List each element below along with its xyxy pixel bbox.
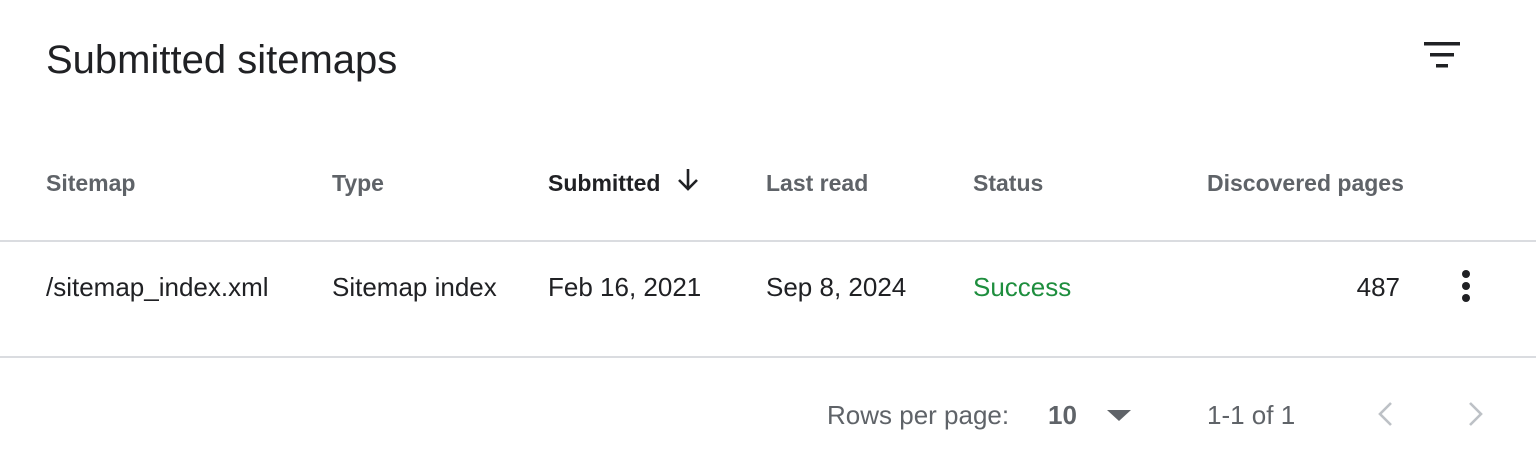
- previous-page-button[interactable]: [1368, 394, 1404, 434]
- column-header-status[interactable]: Status: [973, 170, 1043, 197]
- table-row[interactable]: /sitemap_index.xml Sitemap index Feb 16,…: [0, 242, 1536, 356]
- submitted-date: Feb 16, 2021: [548, 272, 702, 302]
- dropdown-arrow-icon: [1107, 410, 1131, 421]
- more-vert-icon: [1462, 270, 1470, 302]
- pagination-bar: Rows per page: 10 1-1 of 1: [0, 390, 1536, 442]
- chevron-right-icon: [1469, 402, 1483, 426]
- row-divider: [0, 356, 1536, 358]
- row-menu-button[interactable]: [1446, 266, 1486, 314]
- column-header-sitemap[interactable]: Sitemap: [46, 170, 135, 197]
- rows-per-page-value: 10: [1048, 400, 1077, 430]
- sitemap-path: /sitemap_index.xml: [46, 272, 269, 302]
- column-header-discovered-pages[interactable]: Discovered pages: [1207, 170, 1404, 197]
- column-header-last-read[interactable]: Last read: [766, 170, 868, 197]
- discovered-pages-count: 487: [1356, 272, 1400, 302]
- table-header-row: Sitemap Type Submitted Last read Status …: [0, 160, 1536, 206]
- submitted-sitemaps-card: Submitted sitemaps Sitemap Type Submitte…: [0, 0, 1536, 471]
- status-text: Success: [973, 272, 1072, 302]
- column-header-type[interactable]: Type: [332, 170, 384, 197]
- page-range: 1-1 of 1: [1207, 400, 1296, 430]
- sitemap-type: Sitemap index: [332, 272, 497, 302]
- filter-button[interactable]: [1416, 36, 1468, 76]
- rows-per-page-select[interactable]: 10: [1040, 394, 1140, 438]
- chevron-left-icon: [1378, 402, 1392, 426]
- card-title: Submitted sitemaps: [46, 38, 398, 82]
- column-header-submitted[interactable]: Submitted: [548, 170, 660, 197]
- rows-per-page-label: Rows per page:: [827, 400, 1010, 430]
- last-read-date: Sep 8, 2024: [766, 272, 907, 302]
- filter-list-icon: [1424, 42, 1460, 68]
- next-page-button[interactable]: [1457, 394, 1493, 434]
- arrow-down-icon[interactable]: [676, 166, 700, 194]
